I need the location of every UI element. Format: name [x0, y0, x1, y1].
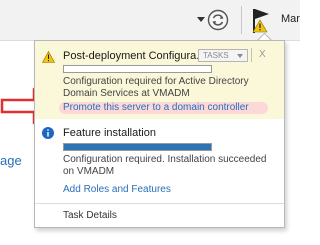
- add-roles-features-link[interactable]: Add Roles and Features: [63, 184, 171, 195]
- divider: [35, 203, 284, 204]
- info-icon: [42, 127, 54, 139]
- toolbar-divider: [241, 6, 242, 34]
- progress-bar: [63, 143, 212, 151]
- flag-icon[interactable]: [250, 6, 272, 34]
- notifications-popup: Post-deployment Configura... TASKS X Con…: [34, 40, 285, 228]
- warning-icon: [42, 51, 55, 63]
- notification-description: Configuration required for Active Direct…: [63, 76, 249, 99]
- server-manager-toolbar: Mar: [0, 0, 300, 41]
- dropdown-arrow-icon[interactable]: [197, 17, 205, 22]
- tasks-dropdown-button[interactable]: TASKS: [198, 49, 248, 62]
- background-text-fragment: age: [0, 153, 22, 168]
- promote-domain-controller-link[interactable]: Promote this server to a domain controll…: [59, 102, 268, 114]
- progress-bar: [63, 65, 212, 73]
- refresh-icon[interactable]: [207, 9, 229, 31]
- menu-fragment[interactable]: Mar: [281, 13, 300, 25]
- notification-title: Post-deployment Configura...: [63, 50, 206, 62]
- chevron-down-icon: [237, 54, 243, 58]
- progress-fill: [64, 144, 211, 150]
- notification-description: Configuration required. Installation suc…: [63, 154, 267, 177]
- close-button[interactable]: X: [259, 49, 266, 60]
- task-details-link[interactable]: Task Details: [63, 210, 117, 221]
- separator: [251, 48, 252, 62]
- notification-title: Feature installation: [63, 127, 156, 139]
- tasks-label: TASKS: [203, 51, 229, 60]
- notification-post-deployment: Post-deployment Configura... TASKS X Con…: [35, 41, 284, 119]
